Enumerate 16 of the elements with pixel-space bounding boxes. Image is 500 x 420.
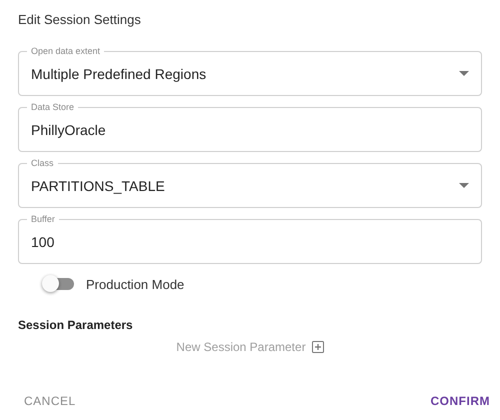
toggle-label: Production Mode bbox=[86, 276, 184, 292]
caret-icon bbox=[459, 183, 469, 188]
section-heading: Session Parameters bbox=[18, 318, 134, 332]
field-value: Multiple Predefined Regions bbox=[31, 66, 208, 82]
field-value: PhillyOracle bbox=[31, 122, 107, 138]
toggle-switch[interactable] bbox=[42, 276, 74, 292]
dialog-title: Edit Session Settings bbox=[18, 12, 142, 28]
field-label: Data Store bbox=[27, 101, 78, 113]
caret-icon bbox=[459, 71, 469, 76]
field-label: Buffer bbox=[27, 213, 59, 225]
confirm-button[interactable]: CONFIRM bbox=[424, 390, 496, 412]
field-label: Class bbox=[27, 157, 58, 169]
plus-icon bbox=[312, 341, 324, 353]
field-label: Open data extent bbox=[27, 45, 104, 57]
field-value: 100 bbox=[31, 234, 56, 250]
field-value: PARTITIONS_TABLE bbox=[31, 178, 166, 194]
